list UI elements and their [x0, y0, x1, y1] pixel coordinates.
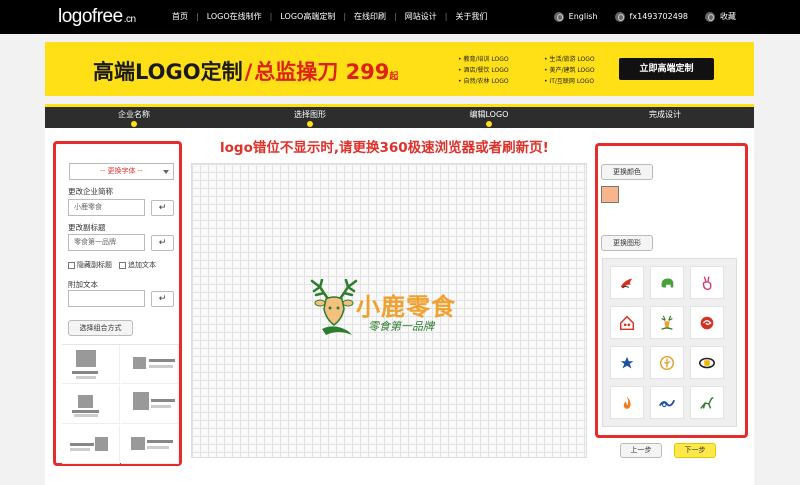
banner-title: 高端LOGO定制/总监操刀 299起: [93, 60, 399, 84]
progress-steps: 企业名称 选择图形 编辑LOGO 完成设计: [45, 104, 754, 128]
main-nav: 首页 | LOGO在线制作 | LOGO高端定制 | 在线印刷 | 网站设计 | 关于我们: [172, 11, 488, 22]
canvas-brand-name[interactable]: 小鹿零食: [356, 287, 456, 322]
browser-warning: logo错位不显示时,请更换360极速浏览器或者刷新页!: [220, 140, 549, 156]
extra-text-label: 附加文本: [68, 280, 98, 289]
nav-logo-online[interactable]: LOGO在线制作: [207, 11, 262, 22]
choose-combination-button[interactable]: 选择组合方式: [68, 320, 133, 336]
language-link[interactable]: English: [553, 11, 598, 22]
cart-icon: [705, 11, 715, 22]
shape-option-bird[interactable]: [610, 266, 644, 299]
color-swatch[interactable]: [601, 186, 619, 203]
hide-subtitle-checkbox[interactable]: 隐藏副标题: [68, 260, 112, 270]
shape-option-deer-jump[interactable]: [690, 386, 724, 419]
change-shape-button[interactable]: 更换图形: [601, 235, 653, 251]
step-finish: 完成设计: [649, 110, 681, 119]
shape-option-elephant[interactable]: [650, 266, 684, 299]
custom-order-button[interactable]: 立即高端定制: [619, 58, 714, 80]
step-edit-logo: 编辑LOGO: [469, 110, 509, 119]
company-name-apply-button[interactable]: ↵: [151, 200, 174, 216]
subtitle-input[interactable]: 零食第一品牌: [68, 234, 145, 251]
extra-text-input[interactable]: [68, 290, 145, 307]
canvas-slogan[interactable]: 零食第一品牌: [368, 318, 434, 334]
shape-option-tree-circle[interactable]: [650, 346, 684, 379]
nav-web-design[interactable]: 网站设计: [405, 11, 437, 22]
wave-blue-icon: [659, 399, 676, 407]
shape-option-rabbit[interactable]: [690, 266, 724, 299]
deer-jump-green-icon: [700, 396, 714, 409]
ring-knot-icon: [698, 357, 716, 368]
chevron-down-icon: [163, 170, 169, 174]
swirl-red-icon: [700, 316, 714, 329]
flame-orange-icon: [623, 396, 631, 409]
layout-option[interactable]: [62, 345, 120, 384]
layout-option[interactable]: [121, 425, 179, 464]
account-link[interactable]: fx1493702498: [614, 11, 688, 22]
nav-logo-custom[interactable]: LOGO高端定制: [280, 11, 335, 22]
promo-banner[interactable]: 高端LOGO定制/总监操刀 299起 教育/培训 LOGO生活/旅游 LOGO …: [45, 42, 754, 96]
add-text-checkbox[interactable]: 追加文本: [119, 260, 156, 270]
deer-logo-icon: [310, 279, 358, 335]
next-step-button[interactable]: 下一步: [674, 443, 716, 458]
favorites-link[interactable]: 收藏: [705, 11, 736, 22]
layout-option[interactable]: [62, 385, 120, 424]
banner-categories: 教育/培训 LOGO生活/旅游 LOGO 酒店/餐饮 LOGO美产/建筑 LOG…: [458, 54, 624, 85]
top-right-links: English fx1493702498 收藏: [537, 11, 736, 22]
layout-options: [62, 344, 179, 464]
step-company-name: 企业名称: [118, 110, 150, 119]
font-select[interactable]: -- 更换字体 --: [69, 163, 174, 180]
shape-option-flame[interactable]: [610, 386, 644, 419]
deer-green-icon: [661, 315, 673, 330]
layout-option[interactable]: [121, 345, 179, 384]
bird-red-icon: [620, 278, 633, 288]
change-color-button[interactable]: 更换颜色: [601, 164, 653, 180]
layout-option[interactable]: [62, 425, 120, 464]
globe-icon: [553, 11, 564, 22]
shape-option-swirl[interactable]: [690, 306, 724, 339]
star-blue-icon: [620, 356, 634, 368]
company-name-label: 更改企业简称: [68, 187, 113, 196]
layout-option[interactable]: [121, 385, 179, 424]
shape-option-house[interactable]: [610, 306, 644, 339]
nav-home[interactable]: 首页: [172, 11, 188, 22]
extra-text-apply-button[interactable]: ↵: [151, 291, 174, 307]
elephant-green-icon: [661, 278, 674, 287]
subtitle-apply-button[interactable]: ↵: [151, 235, 174, 251]
shape-option-star[interactable]: [610, 346, 644, 379]
step-dot: [486, 121, 492, 127]
shape-option-wave[interactable]: [650, 386, 684, 419]
house-red-icon: [619, 315, 635, 330]
shape-option-deer[interactable]: [650, 306, 684, 339]
top-nav-bar: logofree.cn 首页 | LOGO在线制作 | LOGO高端定制 | 在线印刷…: [0, 0, 800, 34]
step-dot: [307, 121, 313, 127]
rabbit-red-icon: [702, 275, 712, 290]
site-logo[interactable]: logofree.cn: [58, 6, 136, 28]
step-dot: [131, 121, 137, 127]
company-name-input[interactable]: 小鹿零食: [68, 199, 145, 216]
shape-option-ring-knot[interactable]: [690, 346, 724, 379]
nav-print[interactable]: 在线印刷: [354, 11, 386, 22]
nav-about[interactable]: 关于我们: [455, 11, 487, 22]
tree-circle-orange-icon: [659, 355, 675, 370]
shape-gallery: [602, 258, 737, 427]
user-icon: [614, 11, 625, 22]
step-choose-shape: 选择图形: [294, 110, 326, 119]
subtitle-label: 更改副标题: [68, 223, 106, 232]
prev-step-button[interactable]: 上一步: [620, 443, 662, 458]
